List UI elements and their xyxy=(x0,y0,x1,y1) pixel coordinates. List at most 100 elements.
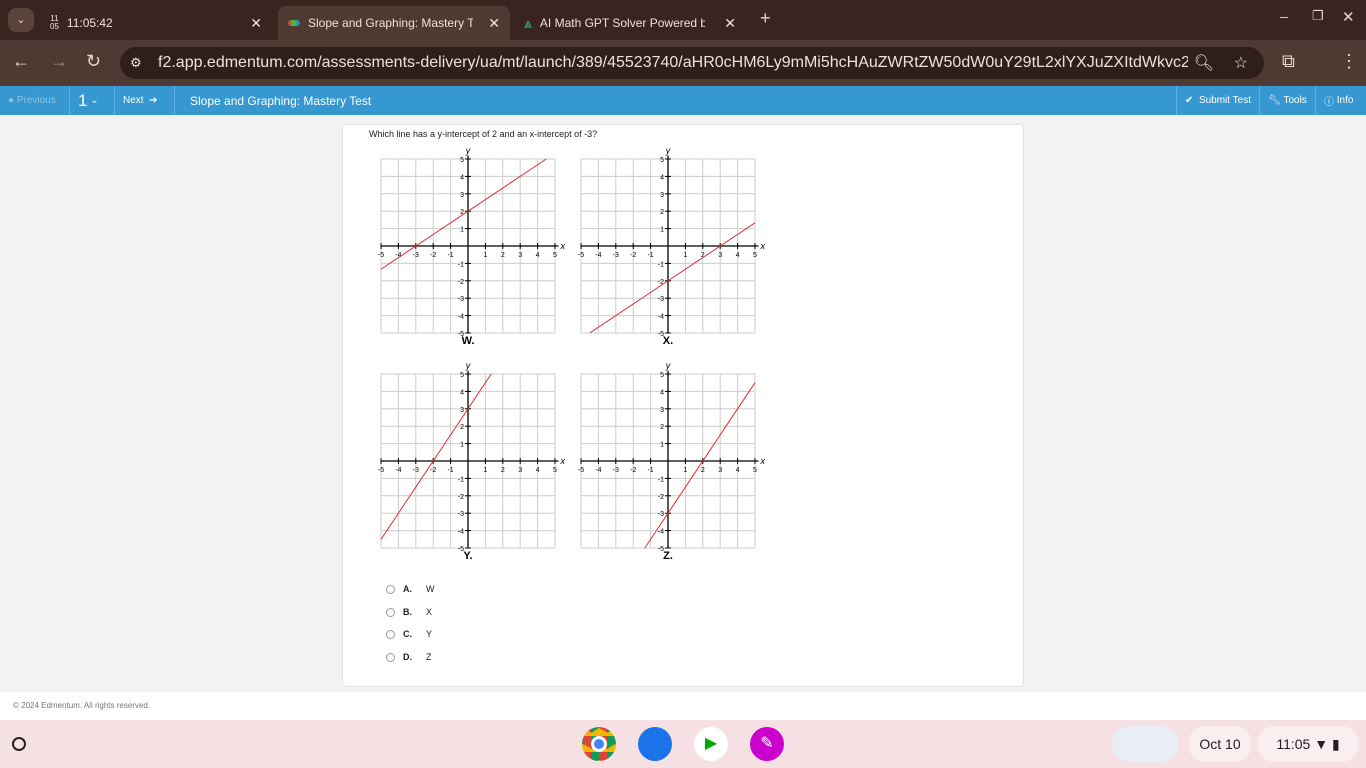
forward-icon[interactable]: → xyxy=(50,51,68,72)
x-tick-label: -4 xyxy=(595,252,601,259)
y-tick-label: -4 xyxy=(658,314,664,321)
reload-icon[interactable]: ↻ xyxy=(86,51,101,72)
next-button[interactable]: Next ➔ xyxy=(115,86,175,115)
x-tick-label: 2 xyxy=(501,252,505,259)
tab-date-bottom: 05 xyxy=(50,22,59,31)
tab-label: AI Math GPT Solver Powered by xyxy=(539,16,705,30)
graph-label: Z. xyxy=(663,550,673,562)
x-tick-label: -3 xyxy=(613,252,619,259)
x-tick-label: -5 xyxy=(578,467,584,474)
answer-d[interactable]: D. Z xyxy=(386,652,432,662)
minimize-icon[interactable]: – xyxy=(1280,8,1288,24)
notes-app-icon[interactable]: ✎ xyxy=(750,727,784,761)
y-tick-label: 1 xyxy=(660,227,664,234)
x-tick-label: -5 xyxy=(578,252,584,259)
play-store-icon[interactable]: ▶ xyxy=(694,727,728,761)
radio-button[interactable] xyxy=(386,652,395,662)
x-tick-label: -2 xyxy=(630,467,636,474)
status-tray[interactable]: 11:05 ▼ ▮ xyxy=(1257,726,1359,762)
tab-search-button[interactable]: ⌄ xyxy=(8,8,34,32)
y-tick-label: -1 xyxy=(658,261,664,268)
y-tick-label: -2 xyxy=(458,279,464,286)
x-tick-label: -4 xyxy=(395,467,401,474)
back-icon[interactable]: ← xyxy=(12,51,30,72)
y-tick-label: -4 xyxy=(458,314,464,321)
tab-slope-graphing[interactable]: Slope and Graphing: Mastery T ✕ xyxy=(278,6,510,40)
favicon-icon xyxy=(288,20,300,26)
answer-b[interactable]: B. X xyxy=(386,607,432,617)
graph-label: Y. xyxy=(463,550,472,562)
files-app-icon[interactable] xyxy=(638,727,672,761)
y-tick-label: 3 xyxy=(460,407,464,414)
y-tick-label: 1 xyxy=(660,442,664,449)
tab-ai-math[interactable]: ⩓ AI Math GPT Solver Powered by ✕ xyxy=(514,6,746,40)
x-tick-label: 3 xyxy=(718,467,722,474)
close-tab-icon[interactable]: ✕ xyxy=(250,15,262,32)
date-tray[interactable]: Oct 10 xyxy=(1188,726,1252,762)
y-tick-label: 4 xyxy=(660,389,664,396)
y-tick-label: -3 xyxy=(458,296,464,303)
test-toolbar: ● Previous 1 ⌄ Next ➔ Slope and Graphing… xyxy=(0,86,1366,115)
y-tick-label: 2 xyxy=(660,424,664,431)
y-tick-label: 2 xyxy=(460,424,464,431)
tab-clock[interactable]: 11 05 11:05:42 ✕ xyxy=(40,6,272,40)
close-tab-icon[interactable]: ✕ xyxy=(724,15,736,32)
y-tick-label: 5 xyxy=(660,157,664,164)
answer-a[interactable]: A. W xyxy=(386,584,435,594)
y-tick-label: 5 xyxy=(460,157,464,164)
x-tick-label: -2 xyxy=(630,252,636,259)
tools-button[interactable]: 🔧︎ Tools xyxy=(1260,86,1316,115)
y-tick-label: 4 xyxy=(460,389,464,396)
x-tick-label: -1 xyxy=(447,467,453,474)
x-tick-label: -1 xyxy=(447,252,453,259)
graph-label: X. xyxy=(663,335,673,347)
x-tick-label: 4 xyxy=(536,252,540,259)
graph-w: -5-5-4-4-3-3-2-2-1-11122334455xyW. xyxy=(378,146,566,347)
close-tab-icon[interactable]: ✕ xyxy=(488,15,500,32)
bookmark-star-icon[interactable]: ☆ xyxy=(1234,53,1248,73)
y-tick-label: 3 xyxy=(660,192,664,199)
previous-button[interactable]: ● Previous xyxy=(0,86,70,115)
close-window-icon[interactable]: ✕ xyxy=(1342,8,1355,26)
tools-label: Tools xyxy=(1283,95,1307,106)
url-text: f2.app.edmentum.com/assessments-delivery… xyxy=(158,54,1188,71)
answer-text: Y xyxy=(426,629,433,639)
y-axis-label: y xyxy=(465,361,471,371)
question-select[interactable]: 1 ⌄ xyxy=(70,86,115,115)
url-input[interactable]: ⚙ f2.app.edmentum.com/assessments-delive… xyxy=(120,47,1264,79)
y-tick-label: -2 xyxy=(658,279,664,286)
y-tick-label: -3 xyxy=(658,511,664,518)
answer-letter: A. xyxy=(403,584,412,594)
radio-button[interactable] xyxy=(386,607,395,617)
answer-letter: D. xyxy=(403,652,412,662)
extensions-icon[interactable]: ⧉ xyxy=(1282,51,1295,72)
next-icon: ➔ xyxy=(143,95,158,106)
x-tick-label: 4 xyxy=(536,467,540,474)
info-button[interactable]: ⓘ Info xyxy=(1316,86,1361,115)
menu-icon[interactable]: ⋮ xyxy=(1340,51,1358,72)
maximize-icon[interactable]: ❐ xyxy=(1312,8,1324,24)
answer-c[interactable]: C. Y xyxy=(386,629,432,639)
next-label: Next xyxy=(123,95,144,106)
y-tick-label: 5 xyxy=(660,372,664,379)
y-axis-label: y xyxy=(665,146,671,156)
new-tab-icon[interactable]: + xyxy=(760,8,771,29)
graph-label: W. xyxy=(462,335,475,347)
submit-test-button[interactable]: ✔ Submit Test xyxy=(1176,86,1260,115)
date-text: Oct 10 xyxy=(1199,736,1241,752)
graph-z: -5-5-4-4-3-3-2-2-1-11122334455xyZ. xyxy=(578,361,766,562)
y-tick-label: 5 xyxy=(460,372,464,379)
radio-button[interactable] xyxy=(386,629,395,639)
tab-strip: ⌄ 11 05 11:05:42 ✕ Slope and Graphing: Ma… xyxy=(0,0,1366,40)
chrome-app-icon[interactable] xyxy=(582,727,616,761)
zoom-icon[interactable]: 🔍︎ xyxy=(1194,53,1214,73)
launcher-button[interactable] xyxy=(12,737,26,751)
series-line xyxy=(589,222,756,334)
site-settings-icon[interactable]: ⚙ xyxy=(130,55,142,71)
x-tick-label: 3 xyxy=(518,252,522,259)
radio-button[interactable] xyxy=(386,584,395,594)
x-tick-label: 3 xyxy=(718,252,722,259)
holding-space-thumbnail[interactable] xyxy=(1112,726,1178,762)
x-tick-label: -1 xyxy=(647,252,653,259)
graph-y: -5-5-4-4-3-3-2-2-1-11122334455xyY. xyxy=(378,361,566,562)
